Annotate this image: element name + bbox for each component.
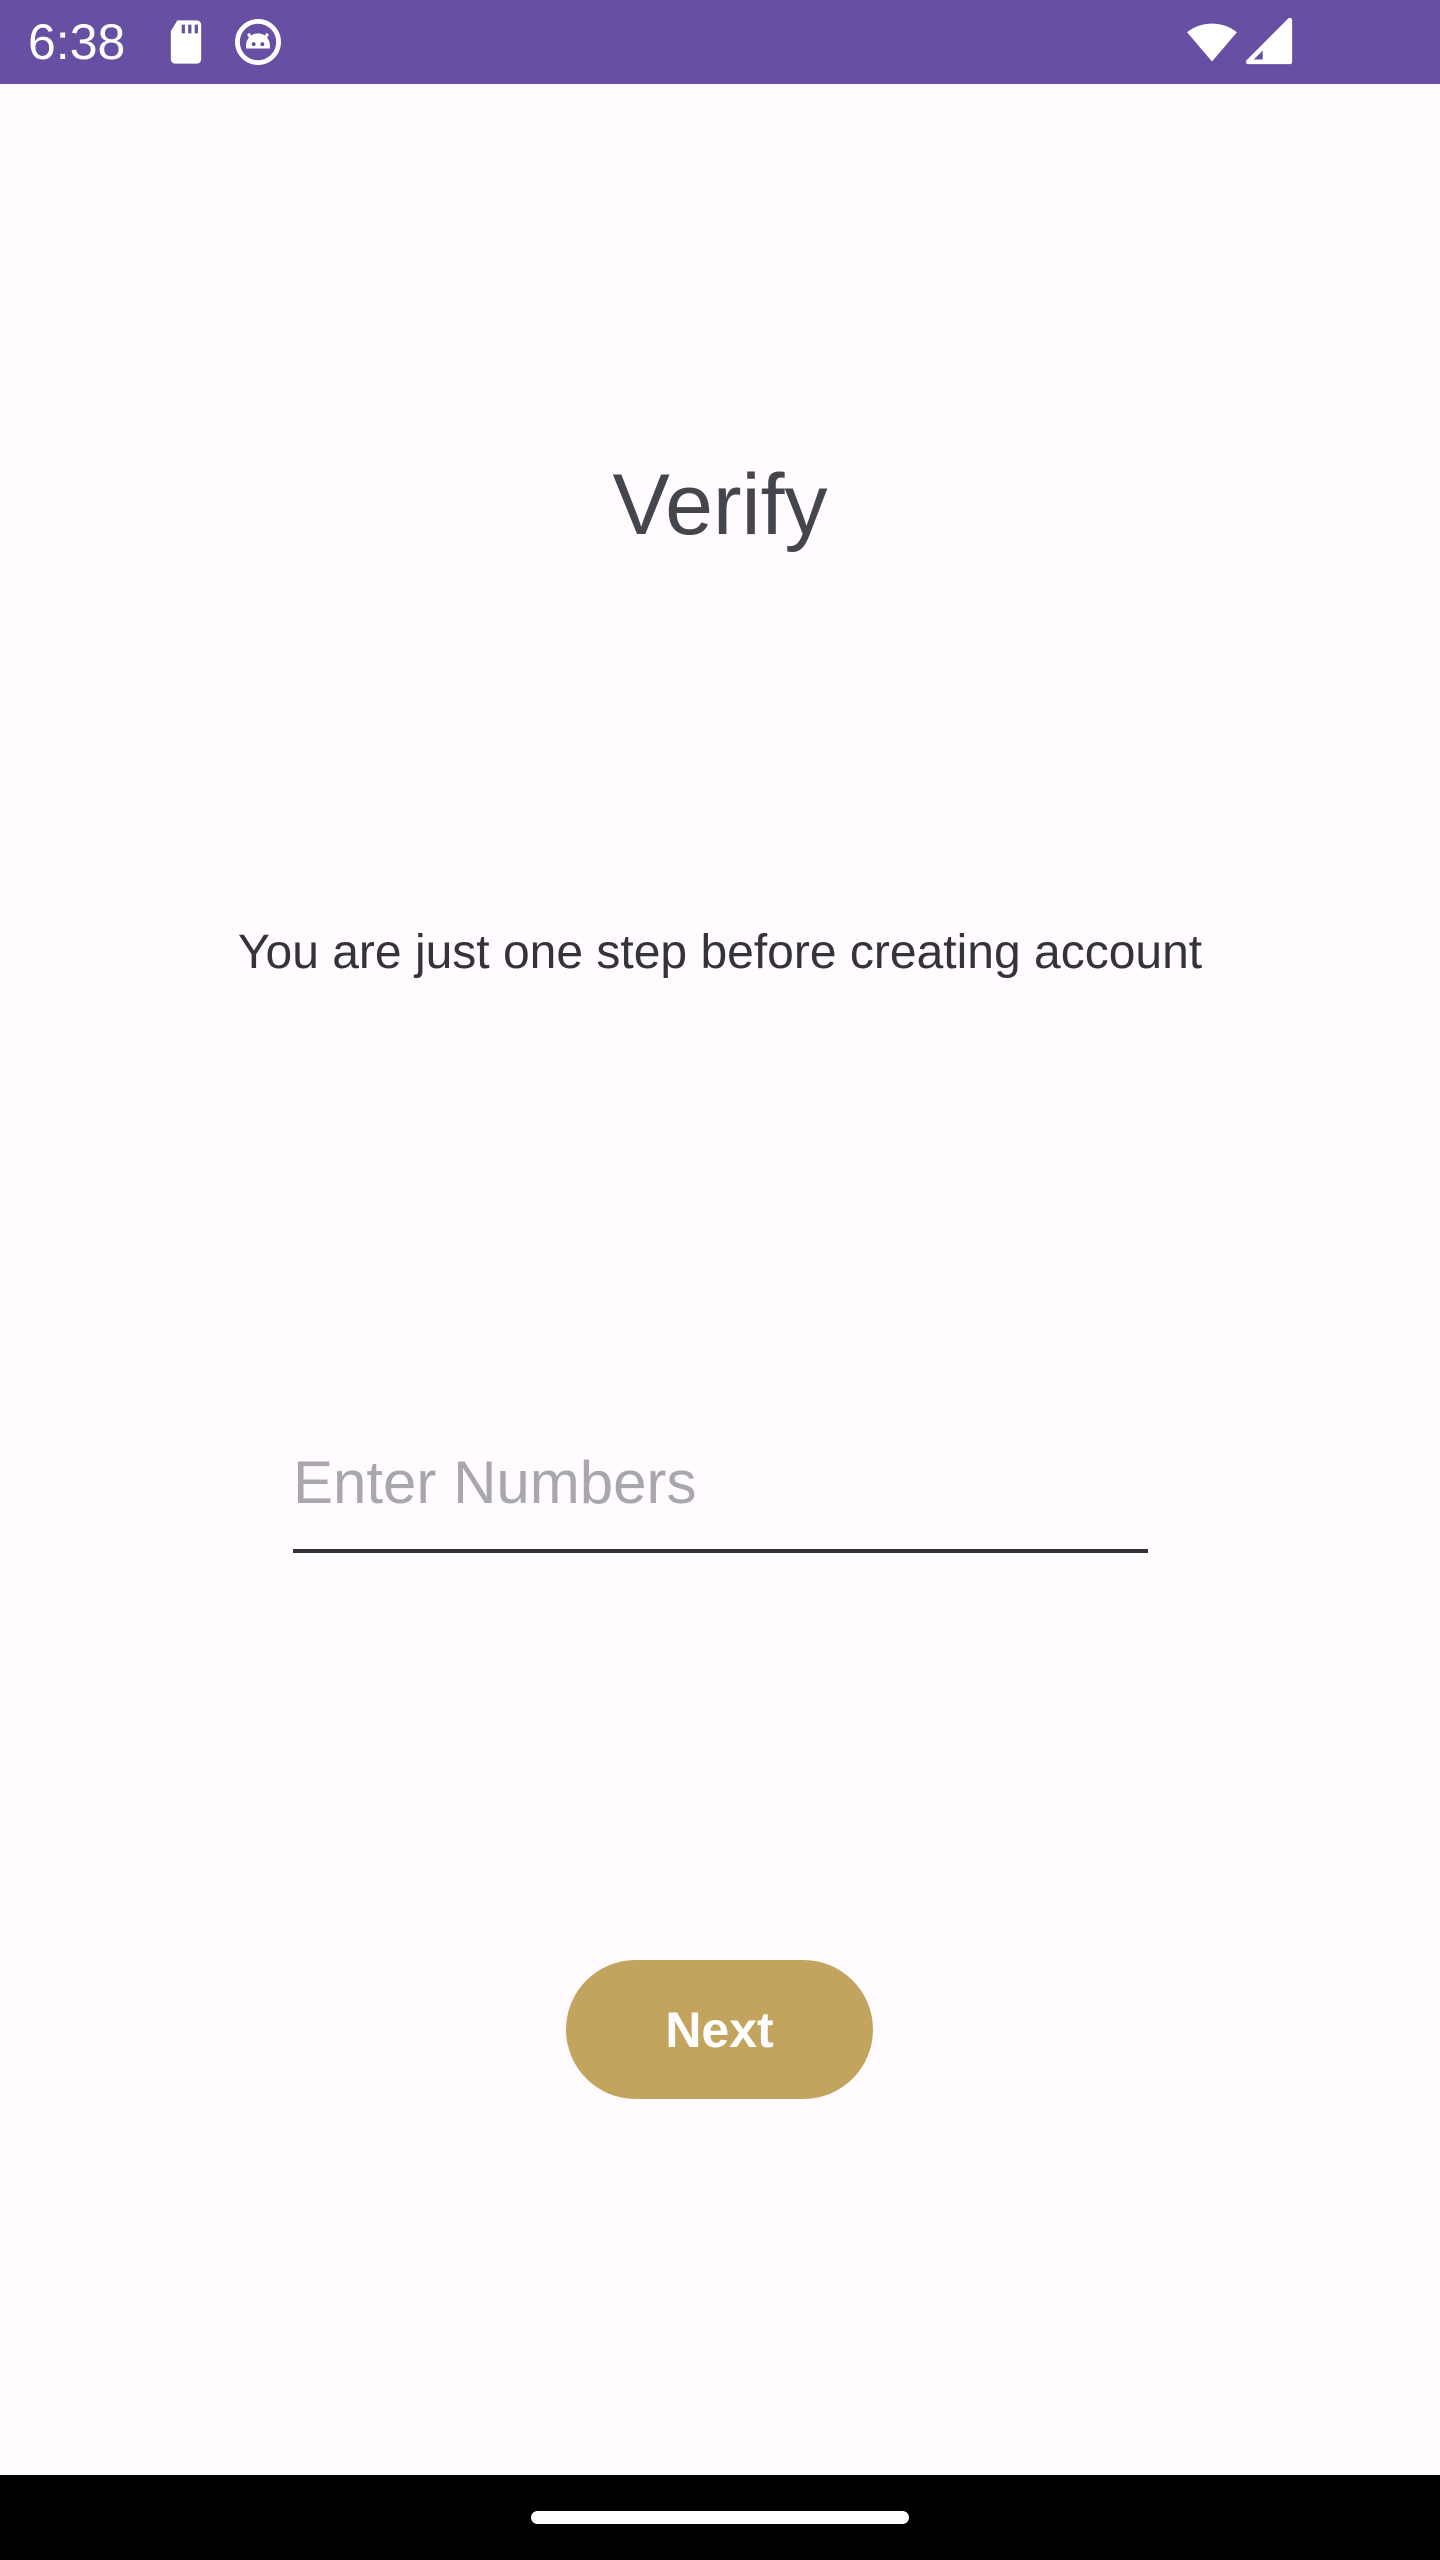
- verification-number-input[interactable]: [293, 1415, 1148, 1553]
- wifi-icon: [1184, 16, 1240, 68]
- home-gesture-handle[interactable]: [531, 2511, 909, 2524]
- android-robot-icon: [232, 16, 284, 68]
- cell-signal-icon: [1244, 16, 1294, 66]
- status-time: 6:38: [28, 14, 126, 70]
- navigation-bar: [0, 2475, 1440, 2560]
- page-subtitle: You are just one step before creating ac…: [237, 926, 1203, 979]
- status-bar: 6:38: [0, 0, 1440, 84]
- page-title: Verify: [612, 457, 828, 553]
- next-button[interactable]: Next: [566, 1960, 873, 2099]
- sd-card-icon: [160, 16, 212, 68]
- numbers-field-container: [293, 1415, 1148, 1557]
